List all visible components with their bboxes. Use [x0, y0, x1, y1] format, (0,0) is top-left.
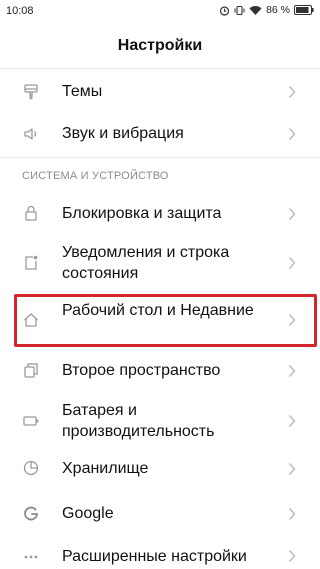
settings-item-themes[interactable]: Темы	[0, 72, 320, 112]
settings-item-notifications[interactable]: Уведомления и строка состояния	[0, 238, 320, 288]
settings-item-label: Google	[62, 505, 114, 522]
settings-item-label: Батарея и производительность	[62, 402, 215, 440]
more-icon	[20, 546, 42, 568]
settings-item-lock[interactable]: Блокировка и защита	[0, 192, 320, 234]
settings-item-label: Уведомления и строка состояния	[62, 244, 230, 282]
chevron-right-icon	[288, 86, 296, 98]
speaker-icon	[20, 123, 42, 145]
google-icon	[20, 502, 42, 524]
header: Настройки	[0, 24, 320, 68]
storage-icon	[20, 457, 42, 479]
chevron-right-icon	[288, 208, 296, 220]
settings-item-second-space[interactable]: Второе пространство	[0, 350, 320, 392]
settings-item-advanced[interactable]: Расширенные настройки	[0, 538, 320, 569]
battery-icon	[20, 410, 42, 432]
second-space-icon	[20, 359, 42, 381]
settings-item-label: Второе пространство	[62, 362, 221, 379]
settings-item-label: Хранилище	[62, 460, 149, 477]
wifi-icon	[249, 5, 262, 16]
section-divider	[0, 157, 320, 158]
chevron-right-icon	[288, 463, 296, 475]
battery-status-icon	[294, 5, 314, 15]
highlight-box	[14, 294, 317, 347]
settings-item-sound[interactable]: Звук и вибрация	[0, 114, 320, 154]
chevron-right-icon	[288, 508, 296, 520]
settings-item-label: Расширенные настройки	[62, 548, 247, 565]
page-title: Настройки	[117, 37, 203, 54]
notification-icon	[20, 252, 42, 274]
status-icons: 86 %	[219, 4, 314, 16]
chevron-right-icon	[288, 365, 296, 377]
lock-icon	[20, 202, 42, 224]
status-time: 10:08	[6, 5, 34, 17]
settings-item-label: Темы	[62, 83, 103, 100]
chevron-right-icon	[288, 550, 296, 562]
status-bar: 10:08 86 %	[0, 0, 320, 24]
chevron-right-icon	[288, 128, 296, 140]
chevron-right-icon	[288, 415, 296, 427]
header-divider	[0, 68, 320, 69]
brush-icon	[20, 81, 42, 103]
section-header: СИСТЕМА И УСТРОЙСТВО	[22, 170, 169, 182]
settings-item-google[interactable]: Google	[0, 493, 320, 535]
settings-item-label: Блокировка и защита	[62, 205, 222, 222]
chevron-right-icon	[288, 257, 296, 269]
alarm-icon	[219, 5, 230, 16]
battery-level-text: 86 %	[266, 4, 290, 16]
settings-item-storage[interactable]: Хранилище	[0, 448, 320, 490]
settings-item-battery[interactable]: Батарея и производительность	[0, 396, 320, 446]
vibrate-icon	[234, 5, 245, 16]
settings-item-label: Звук и вибрация	[62, 125, 184, 142]
